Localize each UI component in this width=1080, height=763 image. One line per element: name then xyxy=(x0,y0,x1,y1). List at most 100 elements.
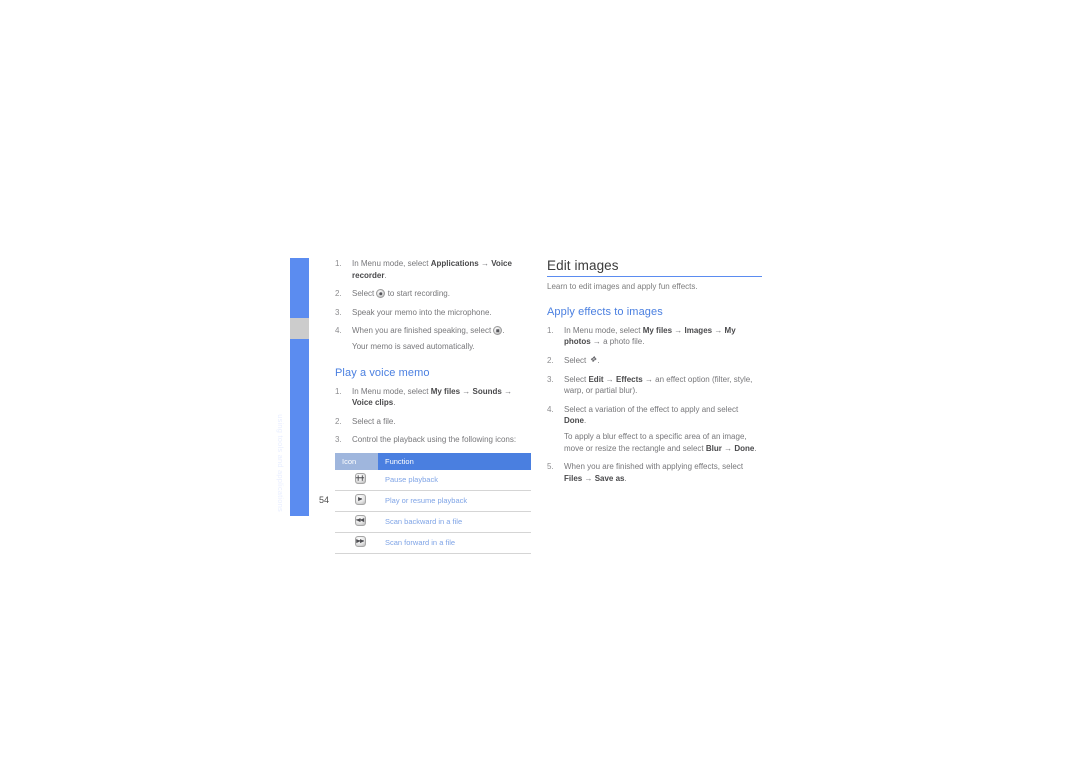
list-item: 2. Select ❖. xyxy=(547,355,762,367)
step-bold-term: Blur xyxy=(705,443,722,453)
step-arrow: → xyxy=(672,325,685,335)
step-text: Select xyxy=(564,355,589,365)
step-text: Select a variation of the effect to appl… xyxy=(564,404,739,414)
step-text: When you are finished speaking, select xyxy=(352,326,494,336)
step-text-tail: to start recording. xyxy=(385,289,450,299)
step-text-tail: . xyxy=(584,416,587,426)
step-subtext: Your memo is saved automatically. xyxy=(352,341,475,351)
list-item: 5. When you are finished with applying ef… xyxy=(547,461,762,484)
step-text-tail: . xyxy=(384,270,387,280)
table-header-row: Icon Function xyxy=(335,452,531,470)
apply-effects-step-list: 1. In Menu mode, select My files → Images… xyxy=(547,325,762,485)
step-number: 1. xyxy=(547,325,554,335)
section-tab-segment-gray xyxy=(290,318,309,339)
step-number: 2. xyxy=(335,416,342,426)
table-row: ▶ Play or resume playback xyxy=(335,490,531,512)
pause-icon: ❙❙ xyxy=(354,473,366,485)
step-text: In Menu mode, select xyxy=(352,259,431,268)
table-head: Icon Function xyxy=(335,452,531,470)
step-bold-term: Files xyxy=(564,473,583,483)
step-text: When you are finished with applying effe… xyxy=(564,462,744,472)
step-bold-term: Save as xyxy=(594,473,625,483)
step-text: Control the playback using the following… xyxy=(352,435,517,445)
section-tab-label: using tools and applications xyxy=(276,414,285,512)
step-bold-term: Effects xyxy=(616,374,643,384)
section-lead: Learn to edit images and apply fun effec… xyxy=(547,282,698,291)
step-bold-term: Applications xyxy=(430,259,479,268)
step-number: 1. xyxy=(335,259,342,268)
cell-icon: ❙❙ xyxy=(335,469,378,491)
list-item: 3. Select Edit → Effects → an effect opti… xyxy=(547,374,762,397)
pause-glyph: ❙❙ xyxy=(355,475,365,482)
step-bold-term: Sounds xyxy=(472,386,502,396)
step-arrow: → xyxy=(721,443,735,453)
list-item: 1. In Menu mode, select Applications → Vo… xyxy=(335,258,535,281)
step-subtext: To apply a blur effect to a specific are… xyxy=(564,431,762,454)
step-arrow: → xyxy=(460,386,473,396)
apply-effects-heading: Apply effects to images xyxy=(547,305,663,318)
right-column: Edit images Learn to edit images and app… xyxy=(547,258,762,484)
step-number: 2. xyxy=(547,355,554,365)
list-item: 1. In Menu mode, select My files → Images… xyxy=(547,325,762,348)
step-bold-term: Voice clips xyxy=(352,398,394,408)
list-item: 2. Select to start recording. xyxy=(335,288,535,300)
table-row: ❙❙ Pause playback xyxy=(335,469,531,491)
step-text-tail: . xyxy=(393,398,396,408)
rewind-glyph: ◀◀ xyxy=(356,517,364,524)
step-text-tail: → a photo file. xyxy=(590,337,645,347)
table-row: ◀◀ Scan backward in a file xyxy=(335,511,531,533)
page-number: 54 xyxy=(319,495,330,505)
section-tab: using tools and applications xyxy=(276,258,309,516)
column-header-function: Function xyxy=(378,452,531,470)
step-number: 1. xyxy=(335,386,342,396)
cell-function: Play or resume playback xyxy=(378,490,531,512)
step-arrow: → xyxy=(603,374,617,384)
step-bold-term: Edit xyxy=(588,374,604,384)
play-memo-step-list: 1. In Menu mode, select My files → Sounds… xyxy=(335,386,535,446)
step-arrow: → xyxy=(478,259,492,268)
cell-function: Scan backward in a file xyxy=(378,511,531,533)
section-tab-segment-bottom xyxy=(290,339,309,516)
step-number: 4. xyxy=(335,326,342,336)
step-text-tail: . xyxy=(502,326,505,336)
step-text: Select xyxy=(352,289,377,299)
section-tab-segment-top xyxy=(290,258,309,318)
list-item: 3. Speak your memo into the microphone. xyxy=(335,307,535,319)
step-number: 2. xyxy=(335,289,342,299)
rewind-icon: ◀◀ xyxy=(354,515,366,527)
page-canvas: using tools and applications 1. In Menu m… xyxy=(0,0,1080,763)
step-text: Speak your memo into the microphone. xyxy=(352,307,492,317)
forward-glyph: ▶▶ xyxy=(356,538,364,545)
list-item: 4. When you are finished speaking, select… xyxy=(335,325,535,352)
left-column: 1. In Menu mode, select Applications → Vo… xyxy=(335,258,535,554)
step-number: 3. xyxy=(335,435,342,445)
step-number: 3. xyxy=(547,374,554,384)
step-bold-term: Done xyxy=(564,416,584,426)
play-icon: ▶ xyxy=(354,494,366,506)
step-arrow: → xyxy=(712,325,725,335)
list-item: 4. Select a variation of the effect to ap… xyxy=(547,404,762,454)
options-icon: ❖ xyxy=(589,355,597,365)
cell-icon: ▶▶ xyxy=(335,532,378,554)
step-number: 3. xyxy=(335,307,342,317)
step-arrow: → xyxy=(582,473,595,483)
table-row: ▶▶ Scan forward in a file xyxy=(335,532,531,554)
play-voice-memo-heading: Play a voice memo xyxy=(335,366,430,379)
play-glyph: ▶ xyxy=(358,496,362,503)
step-bold-term: Images xyxy=(684,325,713,335)
step-number: 4. xyxy=(547,404,554,414)
step-number: 5. xyxy=(547,462,554,472)
list-item: 2. Select a file. xyxy=(335,416,535,428)
cell-icon: ▶ xyxy=(335,490,378,512)
cell-function: Scan forward in a file xyxy=(378,532,531,554)
step-subtext-tail: . xyxy=(754,443,757,453)
step-text-tail: . xyxy=(624,473,627,483)
step-text: In Menu mode, select xyxy=(564,325,643,335)
list-item: 1. In Menu mode, select My files → Sounds… xyxy=(335,386,535,409)
column-header-icon: Icon xyxy=(335,452,378,470)
step-text: In Menu mode, select xyxy=(352,386,431,396)
step-text: Select a file. xyxy=(352,416,396,426)
voice-recorder-step-list: 1. In Menu mode, select Applications → Vo… xyxy=(335,258,535,353)
step-bold-term: My files xyxy=(430,386,461,396)
step-bold-term: Done xyxy=(734,443,755,453)
